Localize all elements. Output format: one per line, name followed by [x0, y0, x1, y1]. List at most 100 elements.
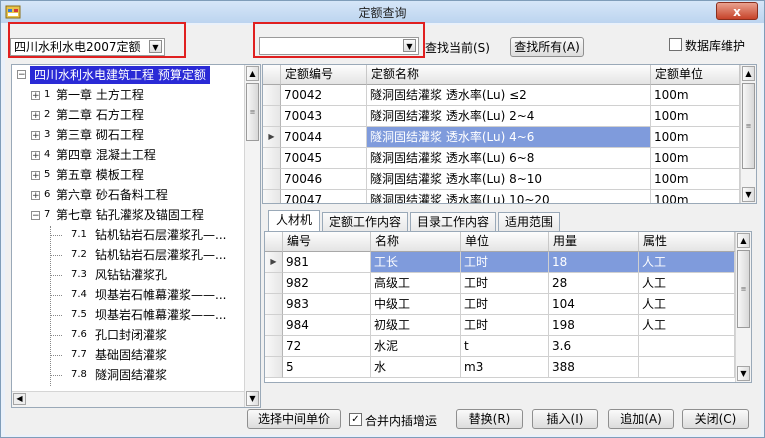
scroll-up-icon[interactable]: ▲ — [742, 66, 755, 81]
resource-cell-qty[interactable]: 18 — [549, 252, 639, 273]
row-selector[interactable] — [263, 190, 281, 203]
scroll-down-icon[interactable]: ▼ — [742, 187, 755, 202]
resource-cell-unit[interactable]: 工时 — [461, 273, 549, 294]
tree-hscrollbar[interactable]: ◀ — [12, 391, 244, 407]
resource-cell-unit[interactable]: 工时 — [461, 252, 549, 273]
close-icon[interactable]: x — [716, 2, 758, 20]
row-selector[interactable] — [265, 273, 283, 294]
expand-icon[interactable]: + — [31, 131, 40, 141]
tab-scope[interactable]: 适用范围 — [498, 212, 560, 232]
insert-button[interactable]: 插入(I) — [532, 409, 598, 429]
resource-table[interactable]: 编号 名称 单位 用量 属性 ▶ 981 工长 工时 18 人工 982 高级工 工时 28 人工 9… — [264, 231, 752, 383]
row-selector[interactable] — [265, 294, 283, 315]
resource-cell-name[interactable]: 水 — [371, 357, 461, 378]
chapter-tree[interactable]: − 四川水利水电建筑工程 预算定额 +1 第一章 土方工程 +2 第二章 石方工程 +3… — [11, 64, 261, 408]
resource-cell-code[interactable]: 5 — [283, 357, 371, 378]
res-header-qty[interactable]: 用量 — [549, 232, 639, 252]
row-selector[interactable] — [265, 315, 283, 336]
resource-cell-qty[interactable]: 28 — [549, 273, 639, 294]
quota-cell-name[interactable]: 隧洞固结灌浆 透水率(Lu) 2~4 — [367, 106, 651, 127]
expand-icon[interactable]: + — [31, 171, 40, 181]
quota-cell-unit[interactable]: 100m — [651, 148, 740, 169]
title-bar[interactable]: 定额查询 x — [1, 1, 764, 23]
expand-icon[interactable]: + — [31, 91, 40, 101]
resource-cell-qty[interactable]: 198 — [549, 315, 639, 336]
tree-scrollbar[interactable]: ▲ ≡ ▼ — [244, 65, 260, 407]
quota-cell-code[interactable]: 70043 — [281, 106, 367, 127]
res-header-attr[interactable]: 属性 — [639, 232, 735, 252]
row-selector[interactable] — [263, 148, 281, 169]
tab-catalog-work[interactable]: 目录工作内容 — [410, 212, 496, 232]
scroll-thumb[interactable]: ≡ — [246, 83, 259, 141]
resource-cell-code[interactable]: 982 — [283, 273, 371, 294]
resource-cell-attr[interactable]: 人工 — [639, 273, 735, 294]
res-header-unit[interactable]: 单位 — [461, 232, 549, 252]
resource-cell-code[interactable]: 983 — [283, 294, 371, 315]
collapse-icon[interactable]: − — [31, 211, 40, 221]
quota-header-unit[interactable]: 定额单位 — [651, 65, 740, 85]
resource-cell-name[interactable]: 水泥 — [371, 336, 461, 357]
quota-cell-code[interactable]: 70047 — [281, 190, 367, 203]
row-selector[interactable] — [265, 336, 283, 357]
collapse-icon[interactable]: − — [17, 70, 26, 80]
resource-cell-code[interactable]: 981 — [283, 252, 371, 273]
resource-cell-attr[interactable]: 人工 — [639, 252, 735, 273]
quota-cell-name[interactable]: 隧洞固结灌浆 透水率(Lu) 6~8 — [367, 148, 651, 169]
quota-cell-name[interactable]: 隧洞固结灌浆 透水率(Lu) 8~10 — [367, 169, 651, 190]
quota-cell-unit[interactable]: 100m — [651, 127, 740, 148]
resource-cell-qty[interactable]: 3.6 — [549, 336, 639, 357]
scroll-down-icon[interactable]: ▼ — [246, 391, 259, 406]
quota-cell-name[interactable]: 隧洞固结灌浆 透水率(Lu) 4~6 — [367, 127, 651, 148]
quota-header-code[interactable]: 定额编号 — [281, 65, 367, 85]
merge-interp-checkbox[interactable]: ✓ — [349, 413, 362, 426]
resource-cell-qty[interactable]: 388 — [549, 357, 639, 378]
row-selector[interactable] — [263, 169, 281, 190]
quota-cell-unit[interactable]: 100m — [651, 169, 740, 190]
resource-cell-name[interactable]: 工长 — [371, 252, 461, 273]
tab-resources[interactable]: 人材机 — [268, 210, 320, 232]
resource-cell-name[interactable]: 初级工 — [371, 315, 461, 336]
row-pointer-icon[interactable]: ▶ — [263, 127, 281, 148]
quota-cell-code[interactable]: 70045 — [281, 148, 367, 169]
resource-cell-attr[interactable]: 人工 — [639, 294, 735, 315]
quota-table[interactable]: 定额编号 定额名称 定额单位 70042 隧洞固结灌浆 透水率(Lu) ≤2 100… — [262, 64, 757, 204]
resource-cell-attr[interactable]: 人工 — [639, 315, 735, 336]
quota-cell-code[interactable]: 70044 — [281, 127, 367, 148]
quota-cell-unit[interactable]: 100m — [651, 190, 740, 203]
res-header-code[interactable]: 编号 — [283, 232, 371, 252]
quota-cell-name[interactable]: 隧洞固结灌浆 透水率(Lu) ≤2 — [367, 85, 651, 106]
resource-cell-qty[interactable]: 104 — [549, 294, 639, 315]
find-all-button[interactable]: 查找所有(A) — [510, 37, 584, 57]
scroll-up-icon[interactable]: ▲ — [737, 233, 750, 248]
resource-cell-unit[interactable]: 工时 — [461, 315, 549, 336]
resource-cell-attr[interactable] — [639, 336, 735, 357]
expand-icon[interactable]: + — [31, 151, 40, 161]
row-selector[interactable] — [265, 357, 283, 378]
quota-scrollbar[interactable]: ▲ ≡ ▼ — [740, 65, 756, 203]
replace-button[interactable]: 替换(R) — [456, 409, 523, 429]
scroll-left-icon[interactable]: ◀ — [13, 393, 26, 405]
scroll-thumb[interactable]: ≡ — [742, 83, 755, 169]
resource-cell-name[interactable]: 高级工 — [371, 273, 461, 294]
resource-cell-name[interactable]: 中级工 — [371, 294, 461, 315]
scroll-up-icon[interactable]: ▲ — [246, 66, 259, 81]
resource-cell-code[interactable]: 984 — [283, 315, 371, 336]
expand-icon[interactable]: + — [31, 111, 40, 121]
resource-scrollbar[interactable]: ▲ ≡ ▼ — [735, 232, 751, 382]
quota-cell-name[interactable]: 隧洞固结灌浆 透水率(Lu) 10~20 — [367, 190, 651, 203]
resource-cell-unit[interactable]: m3 — [461, 357, 549, 378]
quota-header-name[interactable]: 定额名称 — [367, 65, 651, 85]
scroll-thumb[interactable]: ≡ — [737, 250, 750, 328]
select-mid-price-button[interactable]: 选择中间单价 — [247, 409, 341, 429]
quota-cell-code[interactable]: 70042 — [281, 85, 367, 106]
resource-cell-unit[interactable]: 工时 — [461, 294, 549, 315]
row-selector[interactable] — [263, 106, 281, 127]
resource-cell-code[interactable]: 72 — [283, 336, 371, 357]
quota-cell-unit[interactable]: 100m — [651, 85, 740, 106]
row-selector[interactable] — [263, 85, 281, 106]
find-current-button[interactable]: 查找当前(S) — [425, 39, 490, 56]
append-button[interactable]: 追加(A) — [608, 409, 674, 429]
expand-icon[interactable]: + — [31, 191, 40, 201]
quota-cell-code[interactable]: 70046 — [281, 169, 367, 190]
res-header-name[interactable]: 名称 — [371, 232, 461, 252]
